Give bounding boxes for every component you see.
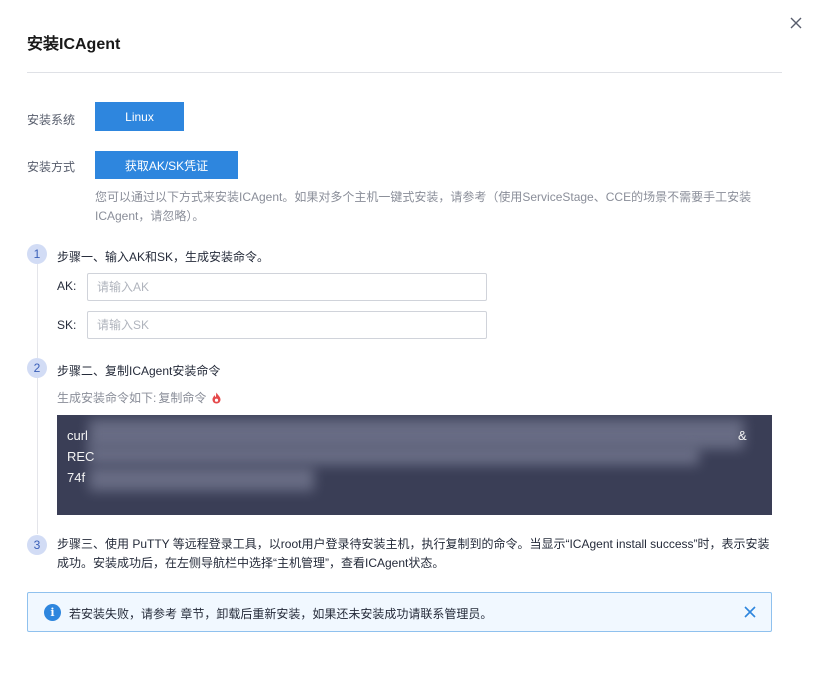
command-line: curl [67,428,88,443]
info-alert: i 若安装失败，请参考 章节，卸载后重新安装，如果还未安装成功请联系管理员。 [27,592,772,632]
ak-label: AK: [57,279,77,293]
step-number-badge: 2 [27,358,47,378]
install-method-label: 安装方式 [27,160,76,174]
dialog-title: 安装ICAgent [27,36,121,53]
install-description: 您可以通过以下方式来安装ICAgent。如果对多个主机一键式安装，请参考（使用S… [95,190,752,223]
install-system-label: 安装系统 [27,113,76,127]
redacted-command [89,445,699,465]
close-icon[interactable] [743,605,757,619]
command-line: REC [67,449,95,464]
linux-button[interactable]: Linux [95,102,184,131]
command-line: 74f [67,470,86,485]
step-2-text: 步骤二、复制ICAgent安装命令 [57,364,221,378]
alert-text: 若安装失败，请参考 章节，卸载后重新安装，如果还未安装成功请联系管理员。 [69,607,493,621]
sk-label: SK: [57,318,77,332]
info-icon: i [44,604,61,621]
step-3-text: 步骤三、使用 PuTTY 等远程登录工具，以root用户登录待安装主机，执行复制… [57,537,770,570]
copy-command-link[interactable]: 复制命令 [158,389,206,406]
command-line-end: & [738,428,747,443]
step-connector [37,264,38,358]
close-icon[interactable] [788,15,804,31]
step-number-badge: 1 [27,244,47,264]
command-box[interactable]: curl REC 74f & [57,415,772,515]
hot-icon [211,392,222,404]
get-aksk-button[interactable]: 获取AK/SK凭证 [95,151,238,179]
step-1-text: 步骤一、输入AK和SK，生成安装命令。 [57,250,270,264]
step-connector [37,378,38,534]
command-hint-text: 生成安装命令如下: [57,391,157,405]
command-hint: 生成安装命令如下: 复制命令 [57,389,222,406]
title-divider [27,72,782,73]
redacted-command [89,467,314,491]
sk-input[interactable] [87,311,487,339]
step-number-badge: 3 [27,535,47,555]
ak-input[interactable] [87,273,487,301]
